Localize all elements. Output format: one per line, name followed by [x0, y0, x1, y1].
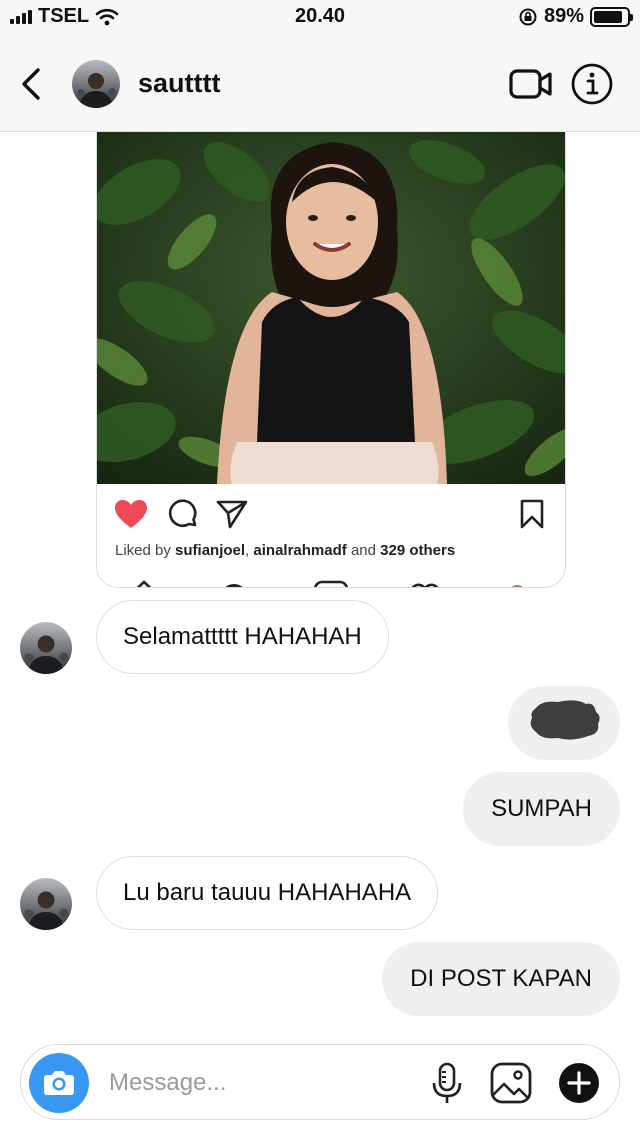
shared-post[interactable]: Liked by sufianjoel, ainalrahmadf and 32…	[96, 132, 566, 588]
message-text: DI POST KAPAN	[410, 965, 592, 992]
add-post-icon	[313, 580, 349, 587]
home-icon	[136, 580, 152, 587]
post-tab-bar	[97, 564, 565, 587]
message-text: Lu baru tauuu HAHAHAHA	[123, 879, 412, 906]
back-button[interactable]	[14, 64, 50, 104]
avatar[interactable]	[72, 60, 120, 108]
video-camera-icon	[509, 69, 552, 99]
chevron-left-icon	[22, 68, 40, 100]
chat-header: sautttt	[0, 36, 640, 132]
message-input[interactable]	[109, 1063, 409, 1103]
bookmark-icon[interactable]	[519, 498, 545, 530]
message-bubble-outgoing[interactable]	[508, 686, 620, 760]
post-photo[interactable]	[97, 132, 565, 484]
message-text: SUMPAH	[491, 795, 592, 822]
liker-name[interactable]: sufianjoel	[175, 542, 245, 559]
liker-name[interactable]: ainalrahmadf	[253, 542, 346, 559]
message-bubble-outgoing[interactable]: DI POST KAPAN	[382, 942, 620, 1016]
gallery-button[interactable]	[487, 1059, 535, 1107]
info-button[interactable]	[570, 62, 614, 106]
microphone-button[interactable]	[423, 1059, 471, 1107]
status-bar: TSEL 20.40 89%	[0, 0, 640, 36]
likes-summary: Liked by sufianjoel, ainalrahmadf and 32…	[115, 542, 455, 559]
camera-button[interactable]	[29, 1053, 89, 1113]
chat-username[interactable]: sautttt	[138, 68, 221, 99]
search-icon	[225, 584, 243, 587]
battery-percent: 89%	[543, 5, 584, 27]
message-text: Selamattttt HAHAHAH	[123, 623, 362, 650]
redacted-content	[530, 700, 600, 740]
rotation-lock-icon	[519, 8, 537, 25]
likes-count[interactable]: 329 others	[380, 542, 455, 559]
status-right: 89%	[518, 5, 633, 28]
profile-icon	[511, 585, 523, 587]
likes-conjunction: and	[346, 542, 381, 559]
heart-icon[interactable]	[113, 498, 149, 530]
camera-icon	[44, 1071, 74, 1095]
message-bubble-outgoing[interactable]: SUMPAH	[463, 772, 620, 846]
avatar[interactable]	[20, 878, 72, 930]
info-icon	[571, 63, 613, 105]
likes-prefix: Liked by	[115, 542, 176, 559]
share-icon[interactable]	[215, 498, 249, 530]
video-call-button[interactable]	[508, 66, 554, 102]
activity-icon	[411, 583, 439, 587]
more-options-button[interactable]	[557, 1061, 601, 1105]
avatar[interactable]	[20, 622, 72, 674]
message-bubble-incoming[interactable]: Lu baru tauuu HAHAHAHA	[96, 856, 439, 930]
battery-fill	[594, 10, 623, 23]
battery-icon	[590, 6, 633, 27]
message-bubble-incoming[interactable]: Selamattttt HAHAHAH	[96, 600, 389, 674]
comment-icon[interactable]	[167, 498, 199, 530]
microphone-icon	[432, 1062, 462, 1103]
image-icon	[490, 1062, 532, 1104]
message-composer	[20, 1044, 620, 1120]
plus-circle-icon	[559, 1063, 599, 1103]
